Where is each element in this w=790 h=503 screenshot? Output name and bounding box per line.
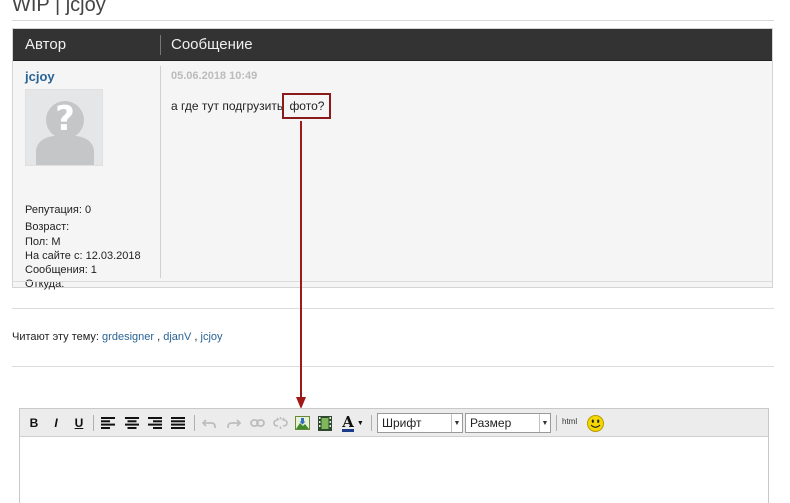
align-center-button[interactable]	[123, 414, 141, 432]
message-textarea[interactable]	[20, 437, 768, 503]
section-divider	[12, 308, 774, 309]
author-location: Откуда:	[25, 278, 65, 290]
column-divider	[160, 66, 161, 278]
post-bottom-divider	[13, 281, 772, 282]
redo-button[interactable]	[225, 414, 243, 432]
size-select-value: Размер	[470, 416, 512, 430]
smiley-icon	[586, 414, 604, 432]
chevron-down-icon: ▼	[451, 414, 462, 432]
align-justify-icon	[171, 417, 185, 429]
font-family-select[interactable]: Шрифт ▼	[377, 413, 463, 433]
align-left-icon	[101, 417, 115, 429]
film-icon	[318, 415, 332, 431]
svg-text:?: ?	[55, 99, 75, 139]
post-table-header: Автор Сообщение	[13, 29, 772, 61]
toolbar-separator	[371, 415, 372, 431]
post-message: а где тут подгрузить фото?	[171, 93, 332, 119]
underline-button[interactable]: U	[70, 414, 88, 432]
author-reputation: Репутация: 0	[25, 204, 92, 216]
header-separator	[160, 35, 161, 55]
align-right-icon	[148, 417, 162, 429]
highlighted-word: фото?	[282, 93, 332, 119]
text-color-button[interactable]: A ▼	[340, 414, 366, 432]
justify-button[interactable]	[169, 414, 187, 432]
author-message-count: Сообщения: 1	[25, 264, 97, 276]
undo-icon	[202, 419, 216, 428]
redo-icon	[227, 419, 241, 428]
author-panel: jcjoy ? Репутация: 0 Возраст: Пол: М На …	[13, 61, 161, 290]
reader-link-jcjoy[interactable]: jcjoy	[201, 331, 223, 343]
author-age: Возраст:	[25, 221, 70, 233]
align-center-icon	[125, 417, 139, 429]
post-table: Автор Сообщение jcjoy ? Репутация: 0 Воз…	[12, 28, 773, 290]
html-mode-button[interactable]: html	[562, 417, 577, 426]
post-message-text: а где тут подгрузить	[171, 99, 287, 113]
chevron-down-icon: ▼	[356, 419, 364, 427]
remove-link-button[interactable]	[271, 414, 289, 432]
insert-video-button[interactable]	[316, 414, 334, 432]
avatar[interactable]: ?	[25, 89, 103, 166]
default-avatar-icon: ?	[26, 90, 102, 165]
toolbar-separator	[556, 415, 557, 431]
post-date: 05.06.2018 10:49	[171, 70, 258, 82]
align-right-button[interactable]	[146, 414, 164, 432]
unlink-icon	[272, 417, 288, 429]
page-title: WIP | jcjoy	[12, 0, 106, 16]
reply-editor: B I U A ▼ Шрифт ▼ Размер ▼ html	[19, 408, 769, 503]
link-icon	[249, 419, 265, 427]
reader-link-grdesigner[interactable]: grdesigner	[102, 331, 154, 343]
undo-button[interactable]	[200, 414, 218, 432]
insert-link-button[interactable]	[248, 414, 266, 432]
section-divider	[12, 366, 774, 367]
topic-readers: Читают эту тему: grdesigner , djanV , jc…	[12, 331, 223, 343]
text-color-icon: A	[342, 412, 354, 432]
readers-label: Читают эту тему:	[12, 331, 99, 343]
font-select-value: Шрифт	[382, 416, 422, 430]
image-icon	[294, 416, 310, 430]
author-gender: Пол: М	[25, 236, 61, 248]
font-size-select[interactable]: Размер ▼	[465, 413, 551, 433]
author-name-link[interactable]: jcjoy	[25, 69, 55, 84]
message-column-header: Сообщение	[171, 36, 253, 53]
author-column-header: Автор	[25, 36, 67, 53]
align-left-button[interactable]	[99, 414, 117, 432]
chevron-down-icon: ▼	[539, 414, 550, 432]
editor-toolbar: B I U A ▼ Шрифт ▼ Размер ▼ html	[20, 409, 768, 437]
reader-separator: ,	[194, 331, 198, 343]
italic-button[interactable]: I	[47, 414, 65, 432]
toolbar-separator	[93, 415, 94, 431]
reader-separator: ,	[157, 331, 161, 343]
insert-image-button[interactable]	[293, 414, 311, 432]
bold-button[interactable]: B	[25, 414, 43, 432]
emoticon-button[interactable]	[586, 414, 604, 432]
toolbar-separator	[194, 415, 195, 431]
reader-link-djanv[interactable]: djanV	[163, 331, 191, 343]
title-divider	[12, 20, 774, 21]
author-registered: На сайте с: 12.03.2018	[25, 250, 141, 262]
